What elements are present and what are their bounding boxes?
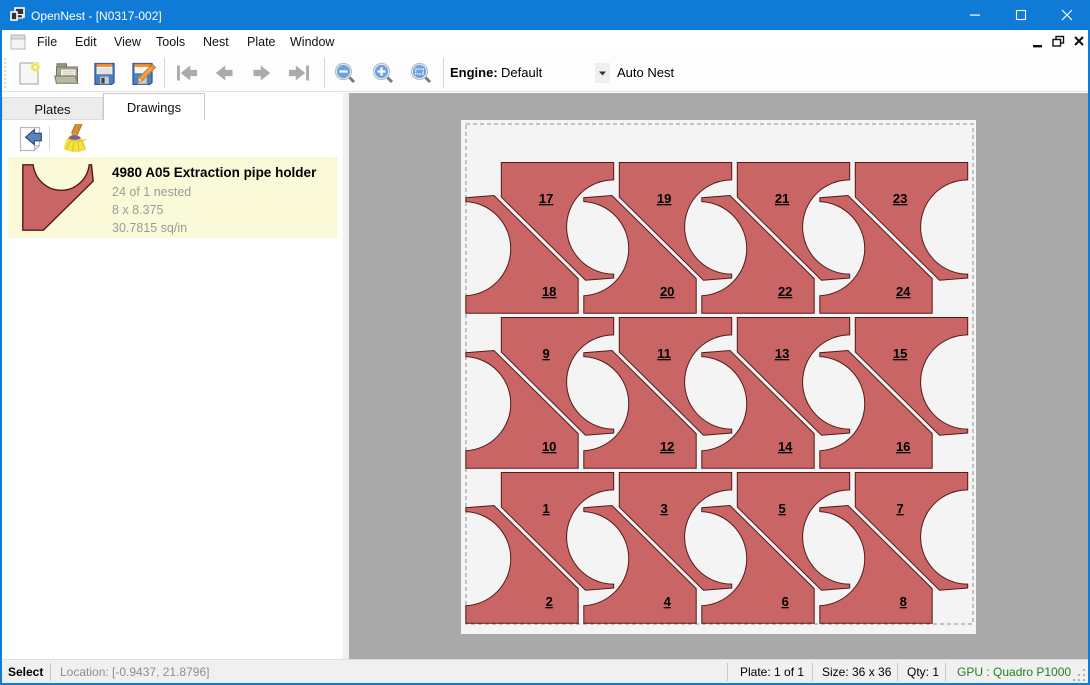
svg-text:6: 6 bbox=[782, 594, 789, 609]
svg-text:15: 15 bbox=[893, 346, 907, 361]
svg-text:1: 1 bbox=[542, 501, 549, 516]
svg-text:22: 22 bbox=[778, 284, 792, 299]
svg-text:11: 11 bbox=[657, 346, 671, 361]
svg-text:19: 19 bbox=[657, 191, 671, 206]
svg-text:7: 7 bbox=[896, 501, 903, 516]
svg-text:16: 16 bbox=[896, 439, 910, 454]
svg-text:3: 3 bbox=[660, 501, 667, 516]
svg-text:4: 4 bbox=[664, 594, 672, 609]
svg-text:9: 9 bbox=[542, 346, 549, 361]
svg-text:23: 23 bbox=[893, 191, 907, 206]
svg-text:5: 5 bbox=[778, 501, 785, 516]
svg-text:2: 2 bbox=[546, 594, 553, 609]
svg-text:8: 8 bbox=[900, 594, 907, 609]
svg-text:18: 18 bbox=[542, 284, 556, 299]
svg-text:20: 20 bbox=[660, 284, 674, 299]
svg-text:21: 21 bbox=[775, 191, 789, 206]
svg-text:12: 12 bbox=[660, 439, 674, 454]
svg-text:10: 10 bbox=[542, 439, 556, 454]
svg-text:14: 14 bbox=[778, 439, 793, 454]
svg-text:17: 17 bbox=[539, 191, 553, 206]
svg-text:13: 13 bbox=[775, 346, 789, 361]
svg-text:24: 24 bbox=[896, 284, 911, 299]
